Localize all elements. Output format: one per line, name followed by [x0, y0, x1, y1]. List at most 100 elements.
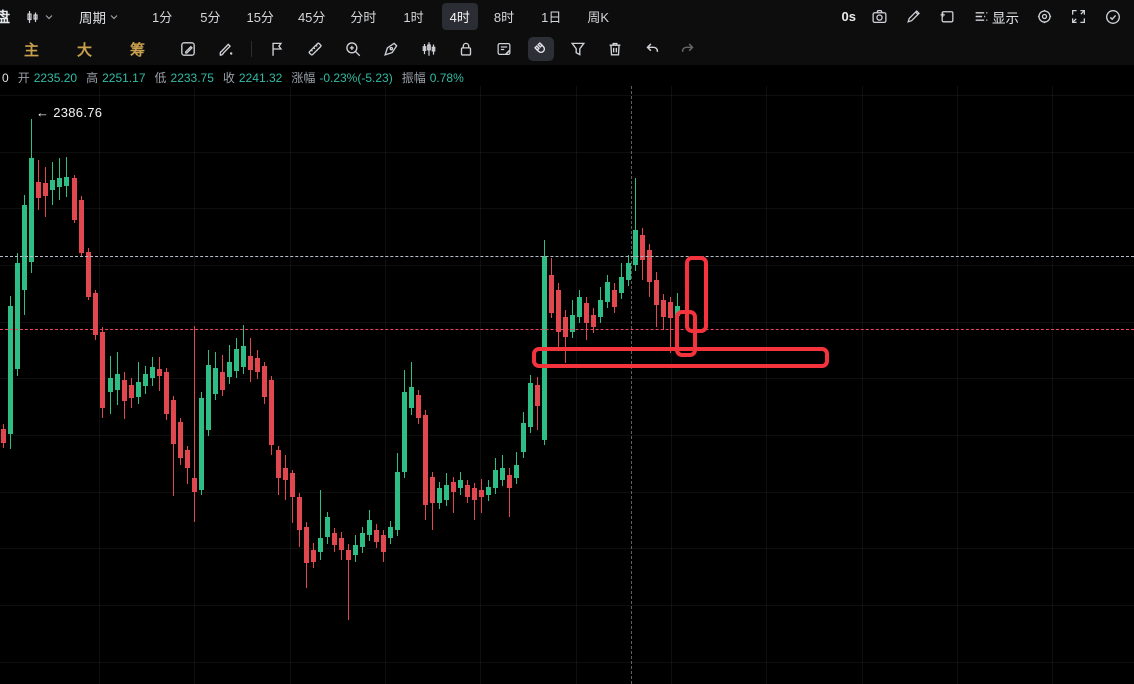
candle-body	[283, 468, 288, 480]
candle-body	[507, 475, 512, 488]
candle-body	[122, 380, 127, 401]
period-dropdown[interactable]: 周期	[77, 5, 122, 29]
amplitude-label: 振幅	[401, 71, 426, 85]
candle-body	[64, 177, 69, 186]
candle-body	[185, 450, 190, 468]
timeframe-5m[interactable]: 5分	[198, 4, 222, 29]
candle-body	[129, 385, 134, 398]
candle-body	[584, 303, 589, 323]
timeframe-45m[interactable]: 45分	[296, 4, 327, 29]
candle-body	[311, 550, 316, 562]
candle-body	[381, 535, 386, 552]
lock-icon	[457, 40, 475, 58]
timeframe-1m[interactable]: 1分	[150, 4, 174, 29]
current-price-dashed-line	[0, 329, 1134, 330]
filter-button[interactable]	[567, 38, 589, 60]
candle-body	[612, 290, 617, 307]
magnet-button[interactable]	[528, 37, 555, 61]
price-prefix: 0	[2, 71, 9, 85]
white-dashed-level-line	[0, 256, 1134, 257]
candle-body	[598, 300, 603, 317]
timeframe-1d[interactable]: 1日	[539, 4, 563, 29]
bookmark-button[interactable]	[266, 38, 288, 60]
zoom-in-button[interactable]	[342, 38, 364, 60]
candle-body	[269, 380, 274, 445]
tab-chips[interactable]: 筹	[124, 38, 151, 61]
candle-body	[1, 429, 6, 443]
pen-icon	[382, 40, 400, 58]
grid-vline	[1052, 86, 1053, 684]
add-panel-icon	[939, 8, 956, 25]
drawn-rect-tall[interactable]	[685, 256, 708, 333]
candle-body	[213, 368, 218, 394]
lock-button[interactable]	[455, 38, 477, 60]
timeframe-fenshi[interactable]: 分时	[348, 4, 378, 29]
tab-main[interactable]: 主	[18, 38, 45, 61]
timeframe-1h[interactable]: 1时	[401, 4, 425, 29]
pattern-button[interactable]	[418, 38, 440, 60]
chart-type-button[interactable]	[22, 7, 57, 27]
candle-body	[50, 180, 55, 190]
candlestick-icon	[24, 9, 41, 25]
clock-check-icon	[1104, 8, 1122, 26]
edit-button[interactable]	[903, 6, 924, 27]
pattern-icon	[420, 40, 438, 58]
candle-body	[563, 317, 568, 337]
chart-area[interactable]: 0 开 2235.20 高 2251.17 低 2233.75 收 2241.32 涨幅 -0.23…	[0, 65, 1134, 684]
candle-body	[514, 465, 519, 478]
flip-edit-icon	[179, 40, 197, 58]
candle-body	[458, 480, 463, 488]
session-dashed-line	[631, 86, 632, 684]
tab-big[interactable]: 大	[71, 38, 98, 61]
bookmark-icon	[268, 40, 286, 58]
fullscreen-button[interactable]	[1068, 6, 1089, 27]
brush-icon	[217, 40, 235, 58]
symbol-label[interactable]: 盘	[0, 7, 10, 27]
trash-button[interactable]	[604, 38, 626, 60]
high-label: 高	[86, 71, 99, 85]
candle-body	[234, 349, 239, 371]
candle-wick	[194, 326, 195, 522]
grid-vline	[671, 86, 672, 684]
candle-body	[661, 300, 666, 317]
grid-vline	[385, 86, 386, 684]
high-price-label: ← 2386.76	[36, 105, 103, 120]
grid-vline	[290, 86, 291, 684]
candle-body	[367, 520, 372, 535]
timeframe-15m[interactable]: 15分	[244, 4, 275, 29]
timeframe-8h[interactable]: 8时	[492, 4, 516, 29]
pen-button[interactable]	[380, 38, 402, 60]
zoom-in-icon	[344, 40, 362, 58]
grid-vline	[480, 86, 481, 684]
ruler-button[interactable]	[304, 38, 326, 60]
add-panel-button[interactable]	[937, 6, 958, 27]
candle-body	[360, 533, 365, 547]
candle-body	[86, 252, 91, 297]
high-value: 2251.17	[102, 71, 146, 85]
timeframe-1w[interactable]: 周K	[585, 4, 611, 29]
undo-button[interactable]	[641, 38, 663, 60]
candle-body	[500, 468, 505, 480]
redo-button[interactable]	[677, 38, 699, 60]
timeframe-4h-selected[interactable]: 4时	[441, 3, 478, 30]
candle-body	[577, 297, 582, 317]
settings-button[interactable]	[1034, 6, 1055, 27]
candle-body	[633, 230, 638, 265]
candle-body	[521, 423, 526, 452]
candle-body	[220, 372, 225, 390]
camera-button[interactable]	[869, 6, 890, 27]
toolbar-divider	[251, 41, 253, 57]
replay-button[interactable]	[1102, 6, 1124, 28]
candle-body	[619, 277, 624, 293]
note-edit-icon	[495, 40, 513, 58]
grid-vline	[862, 86, 863, 684]
note-edit-button[interactable]	[493, 38, 515, 60]
candle-body	[353, 545, 358, 555]
low-value: 2233.75	[170, 71, 214, 85]
candle-body	[654, 280, 659, 305]
display-button[interactable]: 显示	[971, 5, 1021, 29]
candle-body	[227, 362, 232, 377]
topbar: 盘 周期 1分 5分 15分 45分 分时 1时 4时 8时 1日 周K 0s …	[0, 0, 1134, 34]
brush-button[interactable]	[215, 38, 237, 60]
flip-edit-button[interactable]	[177, 38, 199, 60]
